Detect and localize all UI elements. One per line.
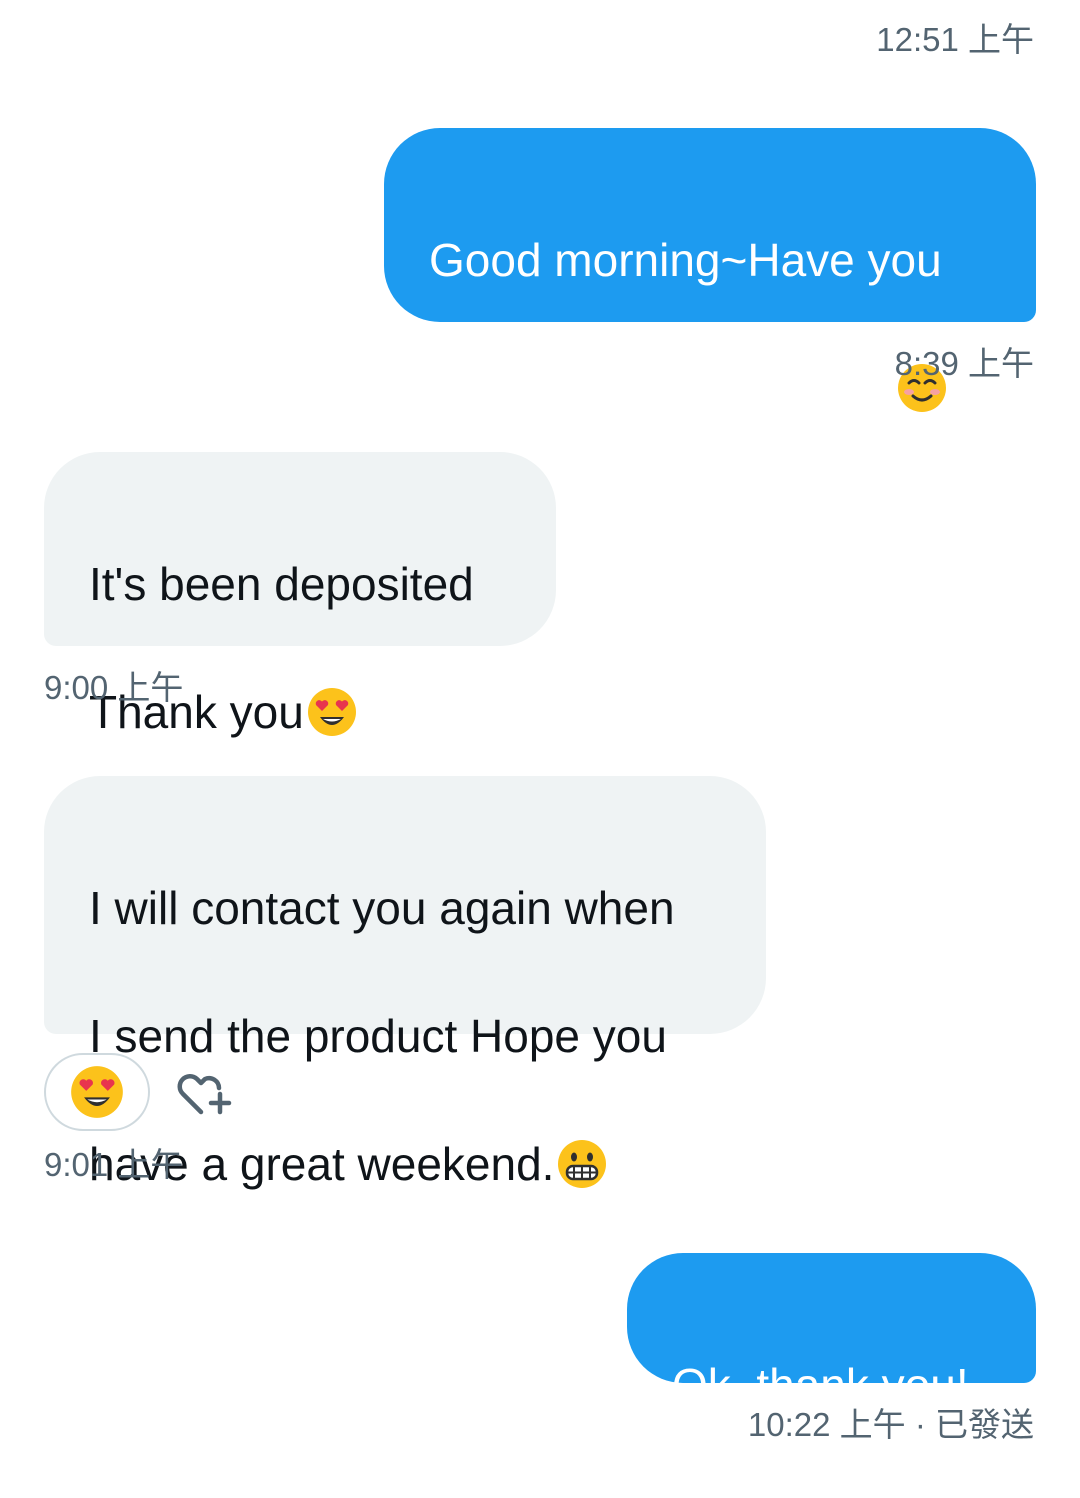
message-line: I send the product Hope you [89,1010,667,1062]
message-line: Good morning~Have you [429,234,942,286]
message-bubble-outgoing[interactable]: Good morning~Have you received the payme… [384,128,1036,414]
grinning-face-icon [558,1140,607,1188]
message-line: I will contact you again when [89,882,675,934]
message-timestamp: 9:01 上午 [44,1146,184,1183]
message-bubble-incoming[interactable]: I will contact you again when I send the… [44,776,766,1190]
heart-eyes-face-icon [307,688,356,736]
timestamp-top: 12:51 上午 [876,21,1034,58]
add-reaction-icon[interactable] [174,1064,236,1120]
message-bubble-outgoing[interactable]: Ok, thank you! [627,1253,1036,1411]
message-bubble-incoming[interactable]: It's been deposited Thank you [44,452,556,738]
reaction-pill[interactable] [44,1053,150,1131]
message-line: It's been deposited [89,558,474,610]
message-line: received the payment? [429,362,895,414]
message-timestamp: 9:00 上午 [44,669,184,706]
message-line: Ok, thank you! [672,1359,969,1411]
message-timestamp: 8:39 上午 [894,345,1034,382]
heart-eyes-face-icon [71,1066,123,1118]
message-timestamp-sent: 10:22 上午 · 已發送 [747,1406,1034,1443]
